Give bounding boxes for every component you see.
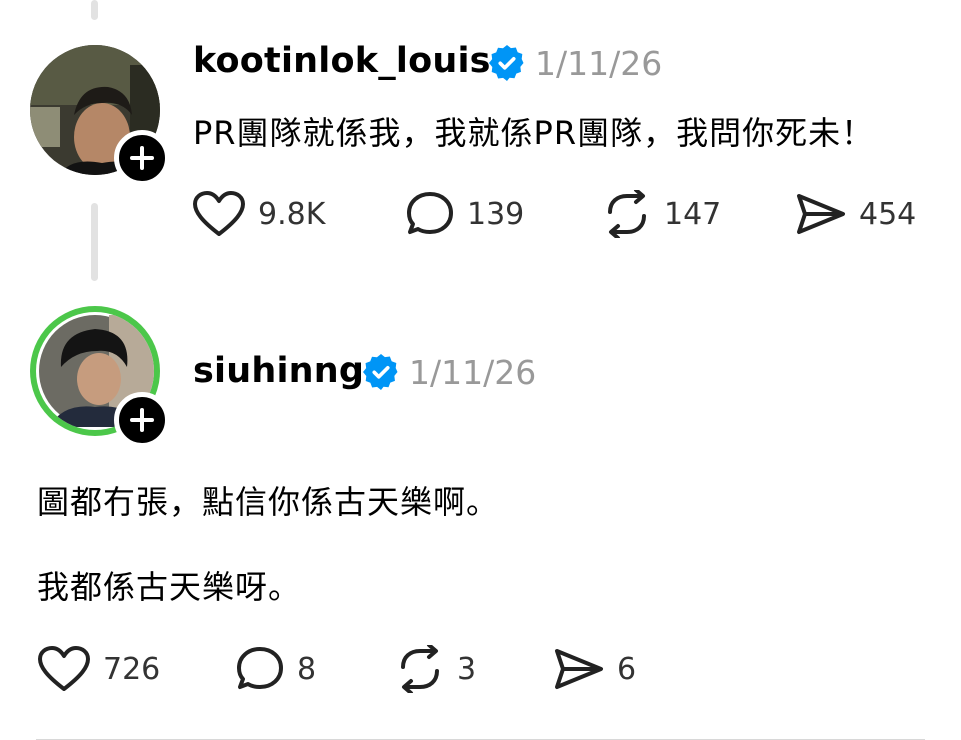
username[interactable]: siuhinng — [193, 351, 364, 391]
share-button[interactable]: 6 — [553, 645, 636, 693]
thread-line-top — [91, 0, 98, 20]
like-button[interactable]: 9.8K — [192, 190, 325, 238]
thread-line-bottom — [91, 203, 98, 281]
share-count: 454 — [859, 196, 917, 232]
follow-button-kootinlok-louis[interactable] — [114, 130, 170, 186]
repost-icon — [608, 190, 646, 238]
post-text-line-2: 我都係古天樂呀。 — [37, 568, 302, 606]
heart-icon — [193, 191, 245, 236]
verified-badge-icon — [489, 45, 524, 81]
like-count: 9.8K — [258, 196, 326, 232]
reply-button[interactable]: 139 — [405, 190, 524, 238]
username[interactable]: kootinlok_louis — [193, 41, 491, 81]
repost-count: 147 — [664, 196, 722, 232]
share-button[interactable]: 454 — [795, 190, 916, 238]
heart-icon — [38, 646, 90, 691]
comment-icon — [237, 647, 283, 689]
comment-icon — [407, 192, 453, 234]
reply-button[interactable]: 8 — [235, 645, 316, 693]
share-icon — [555, 649, 603, 689]
post-text-line-1: 圖都冇張，點信你係古天樂啊。 — [37, 483, 500, 521]
like-count: 726 — [103, 651, 161, 687]
reply-count: 139 — [467, 196, 525, 232]
post-text: PR團隊就係我，我就係PR團隊，我問你死未！ — [193, 114, 875, 152]
repost-button[interactable]: 147 — [602, 190, 721, 238]
repost-count: 3 — [457, 651, 477, 687]
reply-count: 8 — [297, 651, 317, 687]
share-count: 6 — [617, 651, 637, 687]
repost-icon — [401, 645, 439, 693]
repost-button[interactable]: 3 — [395, 645, 476, 693]
plus-icon — [130, 146, 154, 170]
post-date: 1/11/26 — [535, 44, 663, 83]
plus-icon — [130, 408, 154, 432]
follow-button-siuhinng[interactable] — [114, 392, 170, 448]
post-date: 1/11/26 — [409, 353, 537, 392]
like-button[interactable]: 726 — [37, 645, 160, 693]
share-icon — [797, 194, 845, 234]
verified-badge-icon — [363, 354, 398, 390]
